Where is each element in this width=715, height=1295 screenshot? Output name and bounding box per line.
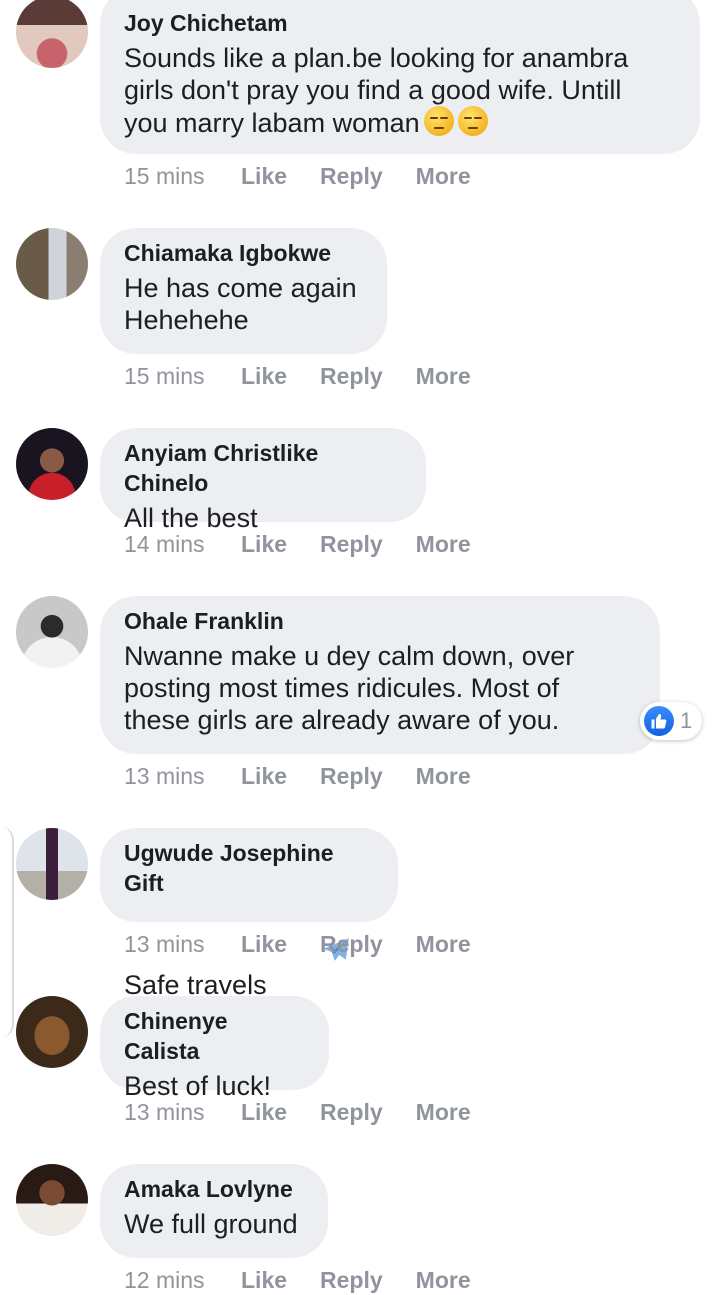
timestamp[interactable]: 14 mins bbox=[124, 529, 241, 559]
avatar[interactable] bbox=[16, 0, 88, 68]
comment-bubble[interactable]: Chiamaka Igbokwe He has come again Heheh… bbox=[100, 228, 387, 354]
more-button[interactable]: More bbox=[416, 1097, 471, 1127]
reply-button[interactable]: Reply bbox=[320, 1265, 383, 1295]
comment-text: Sounds like a plan.be looking for anambr… bbox=[124, 43, 629, 138]
commenter-name[interactable]: Amaka Lovlyne bbox=[124, 1174, 304, 1204]
more-button[interactable]: More bbox=[416, 929, 471, 959]
like-button[interactable]: Like bbox=[241, 529, 287, 559]
thumbs-up-icon bbox=[644, 706, 674, 736]
commenter-name[interactable]: Ugwude Josephine Gift bbox=[124, 838, 374, 898]
comment-actions: 12 mins Like Reply More bbox=[124, 1265, 504, 1295]
avatar[interactable] bbox=[16, 228, 88, 300]
unamused-face-emoji bbox=[457, 106, 488, 136]
comment-bubble[interactable]: Ugwude Josephine Gift Safe travels bbox=[100, 828, 398, 1000]
reply-button[interactable]: Reply bbox=[320, 529, 383, 559]
comment-text: He has come again Hehehehe bbox=[124, 273, 357, 335]
comment-text: We full ground bbox=[124, 1209, 298, 1239]
more-button[interactable]: More bbox=[416, 761, 471, 791]
thread-edge bbox=[0, 826, 14, 1038]
commenter-name[interactable]: Ohale Franklin bbox=[124, 606, 636, 636]
comment-actions: 13 mins Like Reply More bbox=[124, 1097, 504, 1127]
commenter-name[interactable]: Chiamaka Igbokwe bbox=[124, 238, 363, 268]
commenter-name[interactable]: Anyiam Christlike Chinelo bbox=[124, 438, 402, 498]
comment-bubble[interactable]: Chinenye Calista Best of luck! bbox=[100, 996, 329, 1101]
timestamp[interactable]: 13 mins bbox=[124, 929, 241, 959]
reply-button[interactable]: Reply bbox=[320, 761, 383, 791]
more-button[interactable]: More bbox=[416, 361, 471, 391]
like-button[interactable]: Like bbox=[241, 761, 287, 791]
unamused-face-emoji bbox=[423, 106, 454, 136]
comment-text: Nwanne make u dey calm down, over postin… bbox=[124, 641, 575, 735]
commenter-name[interactable]: Chinenye Calista bbox=[124, 1006, 305, 1066]
timestamp[interactable]: 13 mins bbox=[124, 1097, 241, 1127]
like-button[interactable]: Like bbox=[241, 1265, 287, 1295]
comment-bubble[interactable]: Amaka Lovlyne We full ground bbox=[100, 1164, 328, 1258]
reply-button[interactable]: Reply bbox=[320, 1097, 383, 1127]
reply-button[interactable]: Reply bbox=[320, 361, 383, 391]
avatar[interactable] bbox=[16, 596, 88, 668]
like-button[interactable]: Like bbox=[241, 361, 287, 391]
avatar[interactable] bbox=[16, 1164, 88, 1236]
commenter-name[interactable]: Joy Chichetam bbox=[124, 8, 676, 38]
like-button[interactable]: Like bbox=[241, 161, 287, 191]
reply-button[interactable]: Reply bbox=[320, 929, 383, 959]
timestamp[interactable]: 12 mins bbox=[124, 1265, 241, 1295]
timestamp[interactable]: 15 mins bbox=[124, 361, 241, 391]
avatar[interactable] bbox=[16, 828, 88, 900]
comment-actions: 15 mins Like Reply More bbox=[124, 361, 504, 391]
timestamp[interactable]: 15 mins bbox=[124, 161, 241, 191]
more-button[interactable]: More bbox=[416, 1265, 471, 1295]
reaction-summary[interactable]: 1 bbox=[640, 702, 703, 740]
comment-actions: 13 mins Like Reply More bbox=[124, 761, 504, 791]
comment-actions: 14 mins Like Reply More bbox=[124, 529, 504, 559]
comment-actions: 15 mins Like Reply More bbox=[124, 161, 504, 191]
avatar[interactable] bbox=[16, 428, 88, 500]
like-button[interactable]: Like bbox=[241, 929, 287, 959]
comment-actions: 13 mins Like Reply More bbox=[124, 929, 504, 959]
more-button[interactable]: More bbox=[416, 161, 471, 191]
comment-bubble[interactable]: Joy Chichetam Sounds like a plan.be look… bbox=[100, 0, 700, 154]
more-button[interactable]: More bbox=[416, 529, 471, 559]
timestamp[interactable]: 13 mins bbox=[124, 761, 241, 791]
reply-button[interactable]: Reply bbox=[320, 161, 383, 191]
comment-bubble[interactable]: Anyiam Christlike Chinelo All the best bbox=[100, 428, 426, 533]
avatar[interactable] bbox=[16, 996, 88, 1068]
comment-bubble[interactable]: Ohale Franklin Nwanne make u dey calm do… bbox=[100, 596, 660, 754]
like-button[interactable]: Like bbox=[241, 1097, 287, 1127]
reaction-count: 1 bbox=[680, 708, 693, 733]
